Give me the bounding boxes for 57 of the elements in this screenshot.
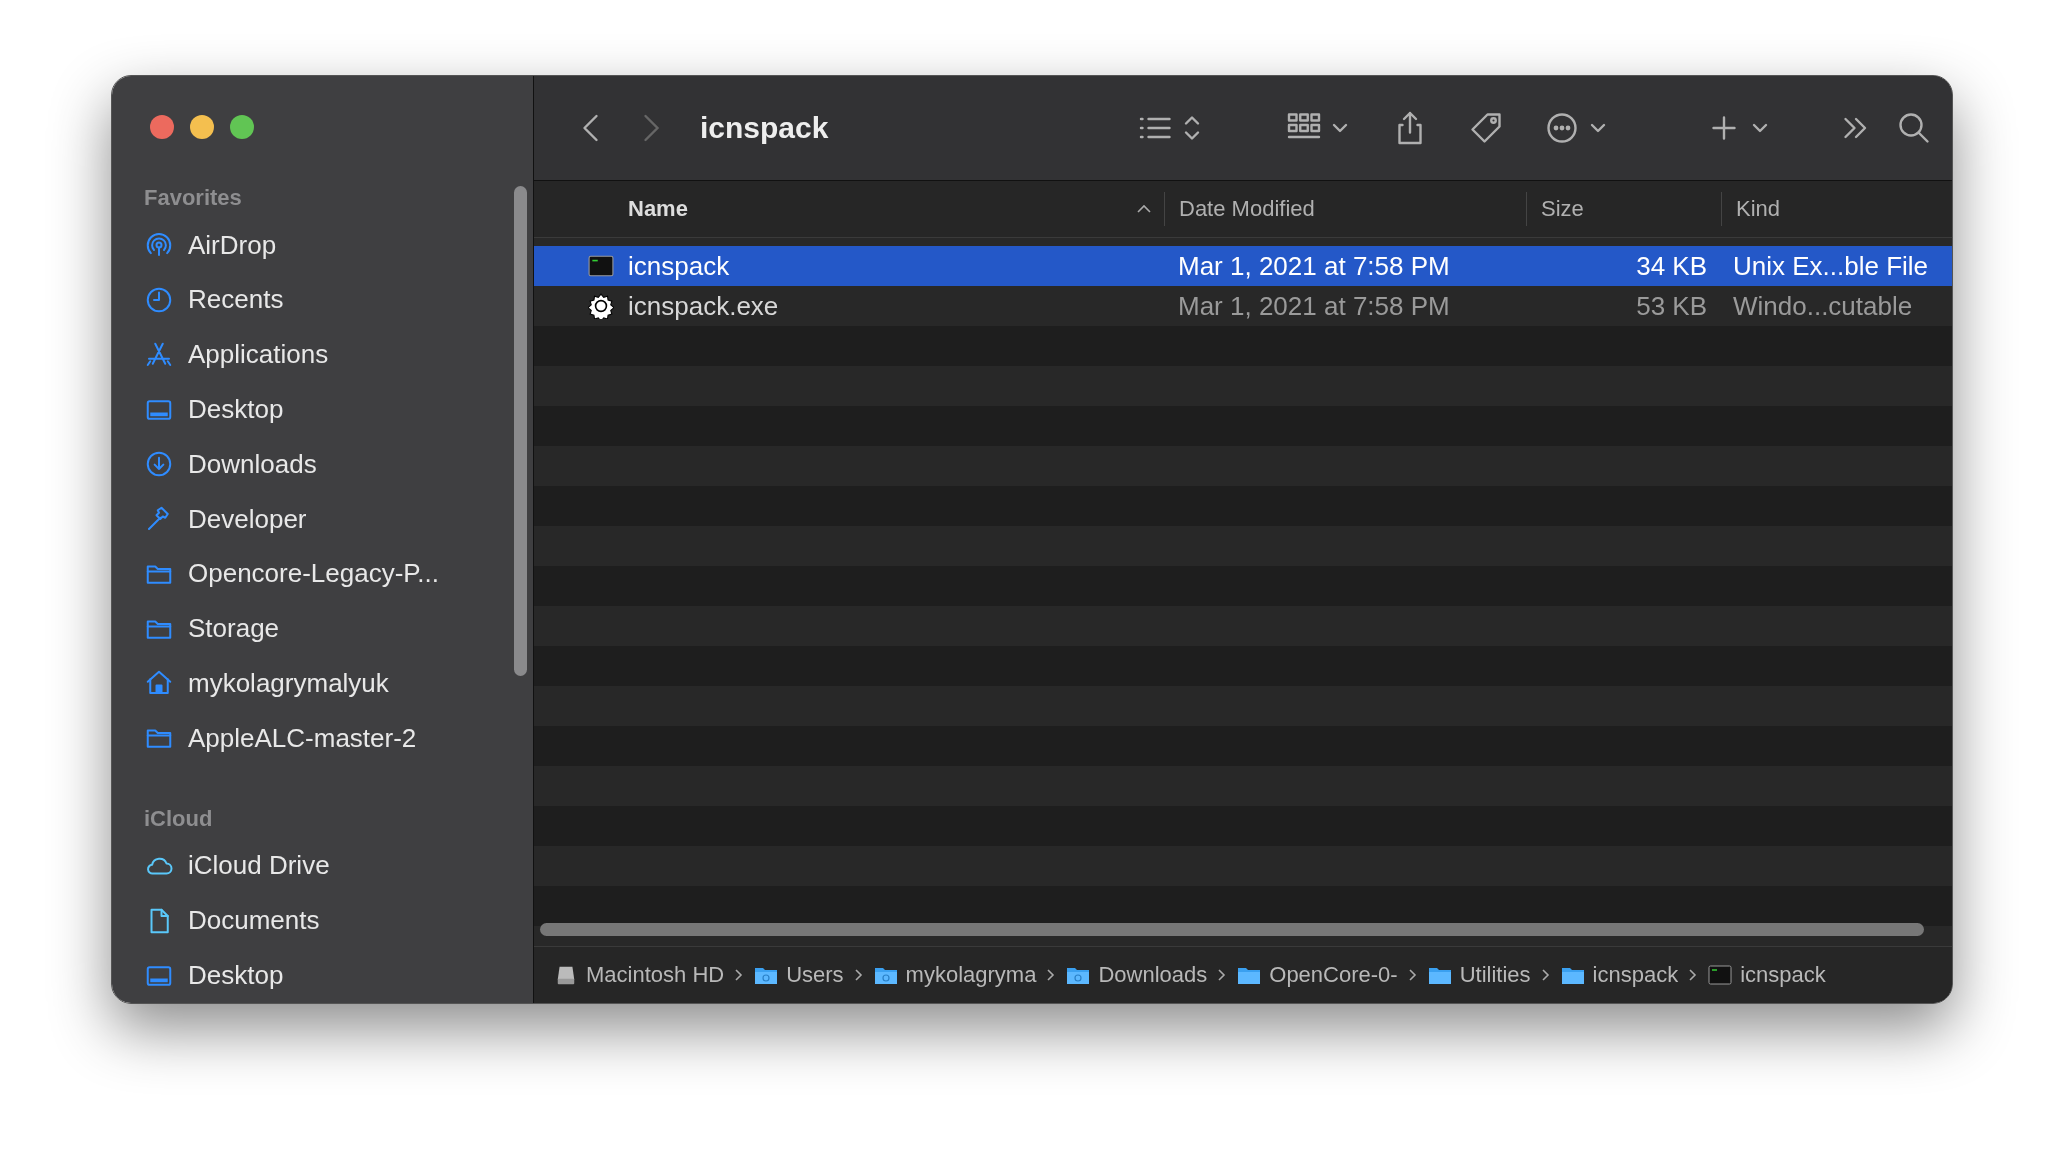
- sidebar-item[interactable]: Desktop: [144, 382, 533, 437]
- terminal-icon: [588, 253, 614, 279]
- gear-icon: [588, 293, 614, 319]
- sidebar-item[interactable]: AirDrop: [144, 217, 533, 273]
- sidebar-item[interactable]: Storage: [144, 601, 533, 656]
- zoom-button[interactable]: [230, 115, 254, 140]
- chevron-right-icon: [1407, 968, 1418, 982]
- sidebar-section-title: Favorites: [144, 184, 243, 213]
- size-cell-text: 53 KB: [1635, 290, 1708, 322]
- sidebar-item[interactable]: Opencore-Legacy-P...: [144, 546, 533, 602]
- file-name: icnspack.exe: [628, 290, 779, 322]
- path-item[interactable]: Utilities: [1427, 962, 1531, 988]
- scrollbar[interactable]: [540, 923, 1924, 936]
- column-header[interactable]: Name: [534, 192, 1164, 226]
- size-cell-text: 34 KB: [1635, 250, 1708, 282]
- sidebar-item[interactable]: AppleALC-master-2: [144, 710, 533, 766]
- path-item[interactable]: icnspack: [1560, 962, 1679, 988]
- tag-icon[interactable]: [1468, 110, 1504, 146]
- sort-caret-icon: [1136, 204, 1152, 214]
- date-cell-text: Mar 1, 2021 at 7:58 PM: [1177, 250, 1451, 282]
- window-title: icnspack: [700, 111, 829, 145]
- sidebar-item[interactable]: mykolagrymalyuk: [144, 655, 533, 711]
- more-icon[interactable]: [1544, 110, 1580, 146]
- sidebar-item[interactable]: Documents: [144, 893, 533, 949]
- terminal-icon: [1708, 964, 1733, 986]
- chevron-right-icon: [734, 968, 745, 982]
- path-item[interactable]: Users: [754, 962, 844, 988]
- path-item[interactable]: OpenCore-0-: [1237, 962, 1398, 988]
- file-row[interactable]: icnspack.exe Mar 1, 2021 at 7:58 PM 53 KB Windo...cutable: [534, 286, 1952, 326]
- date-cell-text: Mar 1, 2021 at 7:58 PM: [1177, 290, 1451, 322]
- close-button[interactable]: [150, 115, 174, 140]
- column-header[interactable]: Kind: [1721, 192, 1952, 226]
- minimize-button[interactable]: [190, 115, 214, 140]
- sidebar-item[interactable]: Developer: [144, 491, 533, 547]
- sidebar-item[interactable]: Desktop: [144, 948, 533, 1003]
- file-name: icnspack: [628, 250, 730, 282]
- chevron-right-icon: [853, 968, 864, 982]
- file-row[interactable]: icnspack Mar 1, 2021 at 7:58 PM 34 KB Unix Ex...ble File: [534, 246, 1952, 286]
- column-header[interactable]: Size: [1526, 192, 1721, 226]
- sidebar-item[interactable]: Downloads: [144, 436, 533, 492]
- chevron-right-icon: [1217, 968, 1228, 982]
- search-icon[interactable]: [1896, 110, 1932, 146]
- chevron-right-icon: [1046, 968, 1057, 982]
- sidebar-item[interactable]: Applications: [144, 327, 533, 383]
- sidebar-item[interactable]: Recents: [144, 272, 533, 328]
- kind-cell-text: Unix Ex...ble File: [1732, 250, 1930, 282]
- path-item[interactable]: Downloads: [1066, 962, 1208, 988]
- path-item[interactable]: Macintosh HD: [554, 962, 725, 988]
- kind-cell-text: Windo...cutable: [1732, 290, 1914, 322]
- sidebar-section-title: iCloud: [144, 805, 214, 834]
- path-item[interactable]: icnspack: [1708, 962, 1826, 988]
- column-header[interactable]: Date Modified: [1164, 192, 1526, 226]
- path-item[interactable]: mykolagryma: [873, 962, 1037, 988]
- scrollbar[interactable]: [514, 186, 527, 676]
- sidebar-item[interactable]: iCloud Drive: [144, 838, 533, 894]
- chevron-right-icon: [1688, 968, 1699, 982]
- chevron-right-icon: [1540, 968, 1551, 982]
